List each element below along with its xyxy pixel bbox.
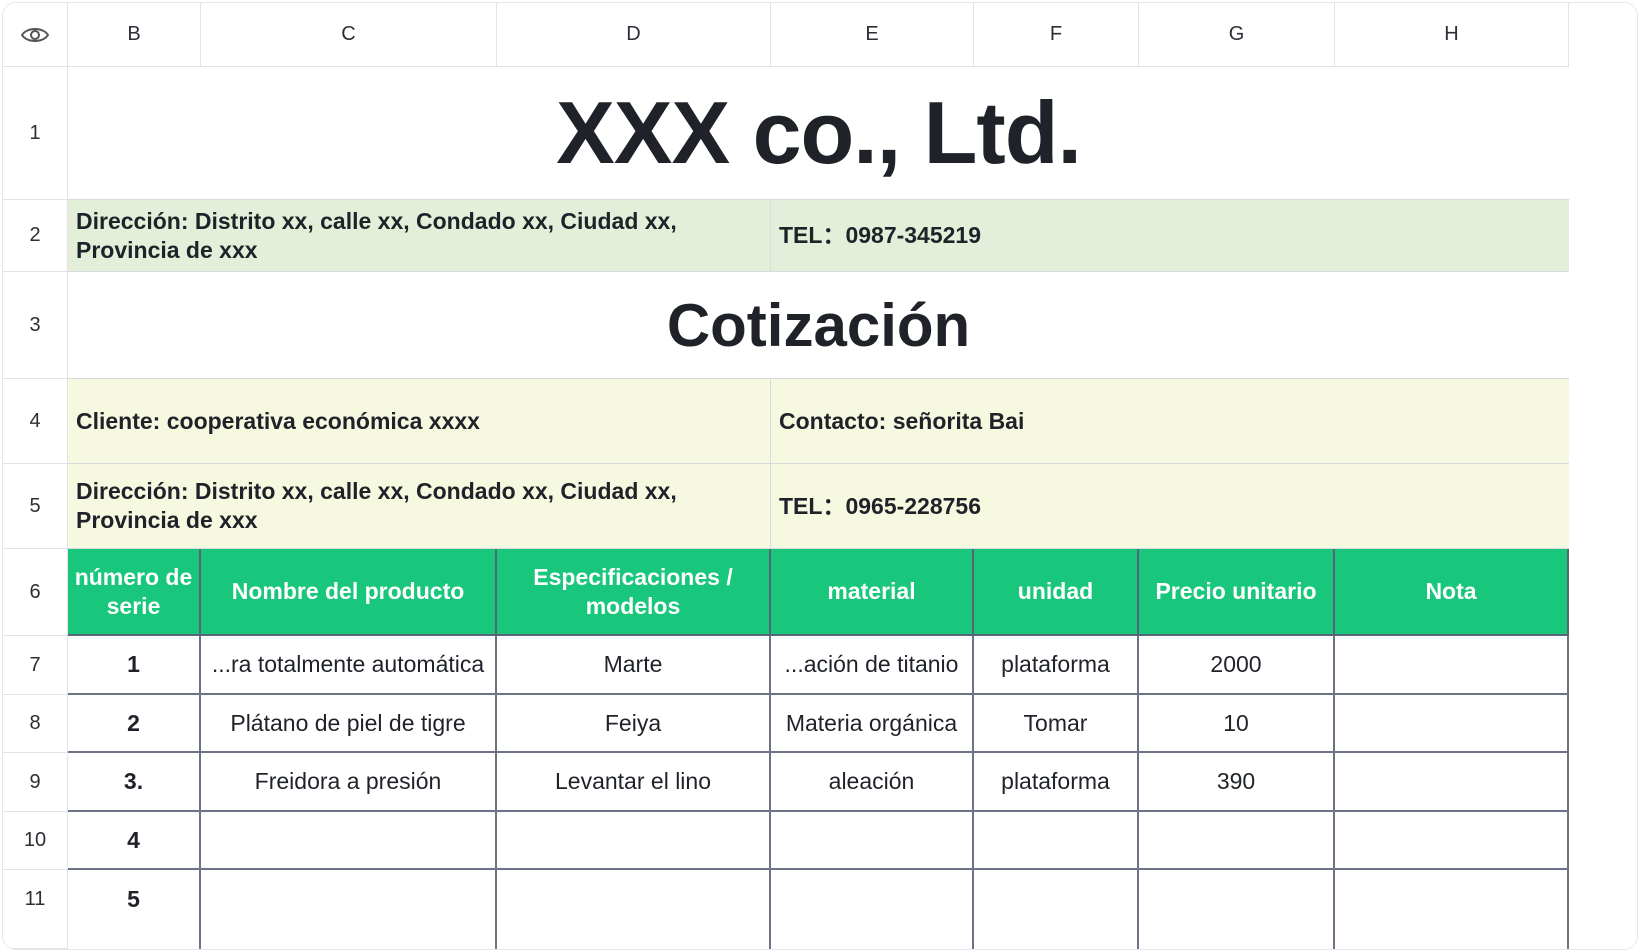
document-title-cell[interactable]: Cotización <box>68 272 1569 379</box>
column-header-e[interactable]: E <box>771 3 974 67</box>
table-cell[interactable]: 2000 <box>1139 636 1335 695</box>
table-header-material[interactable]: material <box>771 549 974 636</box>
table-cell[interactable] <box>974 870 1139 949</box>
column-header-g[interactable]: G <box>1139 3 1335 67</box>
select-all-corner[interactable] <box>3 3 68 67</box>
row-header-1[interactable]: 1 <box>3 67 68 200</box>
table-cell[interactable] <box>1139 870 1335 949</box>
eye-icon[interactable] <box>20 25 50 45</box>
client-tel-cell[interactable]: TEL：0965-228756 <box>771 464 1569 549</box>
table-cell[interactable]: 390 <box>1139 753 1335 812</box>
table-cell[interactable]: Marte <box>497 636 771 695</box>
row-header-5[interactable]: 5 <box>3 464 68 549</box>
table-cell[interactable]: 10 <box>1139 695 1335 753</box>
table-cell[interactable]: 5 <box>68 870 201 949</box>
table-cell[interactable] <box>974 812 1139 870</box>
table-cell[interactable] <box>201 812 497 870</box>
row-header-10[interactable]: 10 <box>3 812 68 870</box>
table-cell[interactable] <box>1335 753 1569 812</box>
table-cell[interactable] <box>1335 812 1569 870</box>
table-cell[interactable]: 1 <box>68 636 201 695</box>
table-cell[interactable] <box>1335 870 1569 949</box>
table-header-unit-price[interactable]: Precio unitario <box>1139 549 1335 636</box>
row-header-7[interactable]: 7 <box>3 636 68 695</box>
table-cell[interactable] <box>1335 695 1569 753</box>
client-name-cell[interactable]: Cliente: cooperativa económica xxxx <box>68 379 771 464</box>
table-cell[interactable]: plataforma <box>974 636 1139 695</box>
client-contact-cell[interactable]: Contacto: señorita Bai <box>771 379 1569 464</box>
table-cell[interactable] <box>497 870 771 949</box>
table-cell[interactable] <box>771 870 974 949</box>
column-header-b[interactable]: B <box>68 3 201 67</box>
table-cell[interactable]: Materia orgánica <box>771 695 974 753</box>
row-header-4[interactable]: 4 <box>3 379 68 464</box>
row-header-8[interactable]: 8 <box>3 695 68 753</box>
row-header-6[interactable]: 6 <box>3 549 68 636</box>
row-header-9[interactable]: 9 <box>3 753 68 812</box>
client-address-cell[interactable]: Dirección: Distrito xx, calle xx, Condad… <box>68 464 771 549</box>
table-cell[interactable]: ...ra totalmente automática <box>201 636 497 695</box>
column-header-c[interactable]: C <box>201 3 497 67</box>
row-header-2[interactable]: 2 <box>3 200 68 272</box>
table-header-note[interactable]: Nota <box>1335 549 1569 636</box>
table-cell[interactable]: Tomar <box>974 695 1139 753</box>
company-tel-cell[interactable]: TEL：0987-345219 <box>771 200 1569 272</box>
table-cell[interactable]: plataforma <box>974 753 1139 812</box>
table-cell[interactable]: 3. <box>68 753 201 812</box>
column-header-h[interactable]: H <box>1335 3 1569 67</box>
table-cell[interactable] <box>1139 812 1335 870</box>
column-header-d[interactable]: D <box>497 3 771 67</box>
row-header-3[interactable]: 3 <box>3 272 68 379</box>
table-cell[interactable] <box>771 812 974 870</box>
table-cell[interactable]: ...ación de titanio <box>771 636 974 695</box>
table-cell[interactable]: Plátano de piel de tigre <box>201 695 497 753</box>
company-name-cell[interactable]: XXX co., Ltd. <box>68 67 1569 200</box>
column-header-f[interactable]: F <box>974 3 1139 67</box>
row-header-11[interactable]: 11 <box>3 870 68 949</box>
table-cell[interactable]: 2 <box>68 695 201 753</box>
spreadsheet: B C D E F G H 1 2 3 4 5 6 7 8 9 10 11 XX… <box>2 2 1638 950</box>
company-address-cell[interactable]: Dirección: Distrito xx, calle xx, Condad… <box>68 200 771 272</box>
table-cell[interactable] <box>497 812 771 870</box>
table-cell[interactable]: Feiya <box>497 695 771 753</box>
table-cell[interactable]: aleación <box>771 753 974 812</box>
table-cell[interactable] <box>1335 636 1569 695</box>
table-cell[interactable]: 4 <box>68 812 201 870</box>
table-header-serial[interactable]: número de serie <box>68 549 201 636</box>
table-header-specs[interactable]: Especificaciones / modelos <box>497 549 771 636</box>
table-header-unit[interactable]: unidad <box>974 549 1139 636</box>
table-header-product[interactable]: Nombre del producto <box>201 549 497 636</box>
table-cell[interactable]: Freidora a presión <box>201 753 497 812</box>
table-cell[interactable] <box>201 870 497 949</box>
table-cell[interactable]: Levantar el lino <box>497 753 771 812</box>
